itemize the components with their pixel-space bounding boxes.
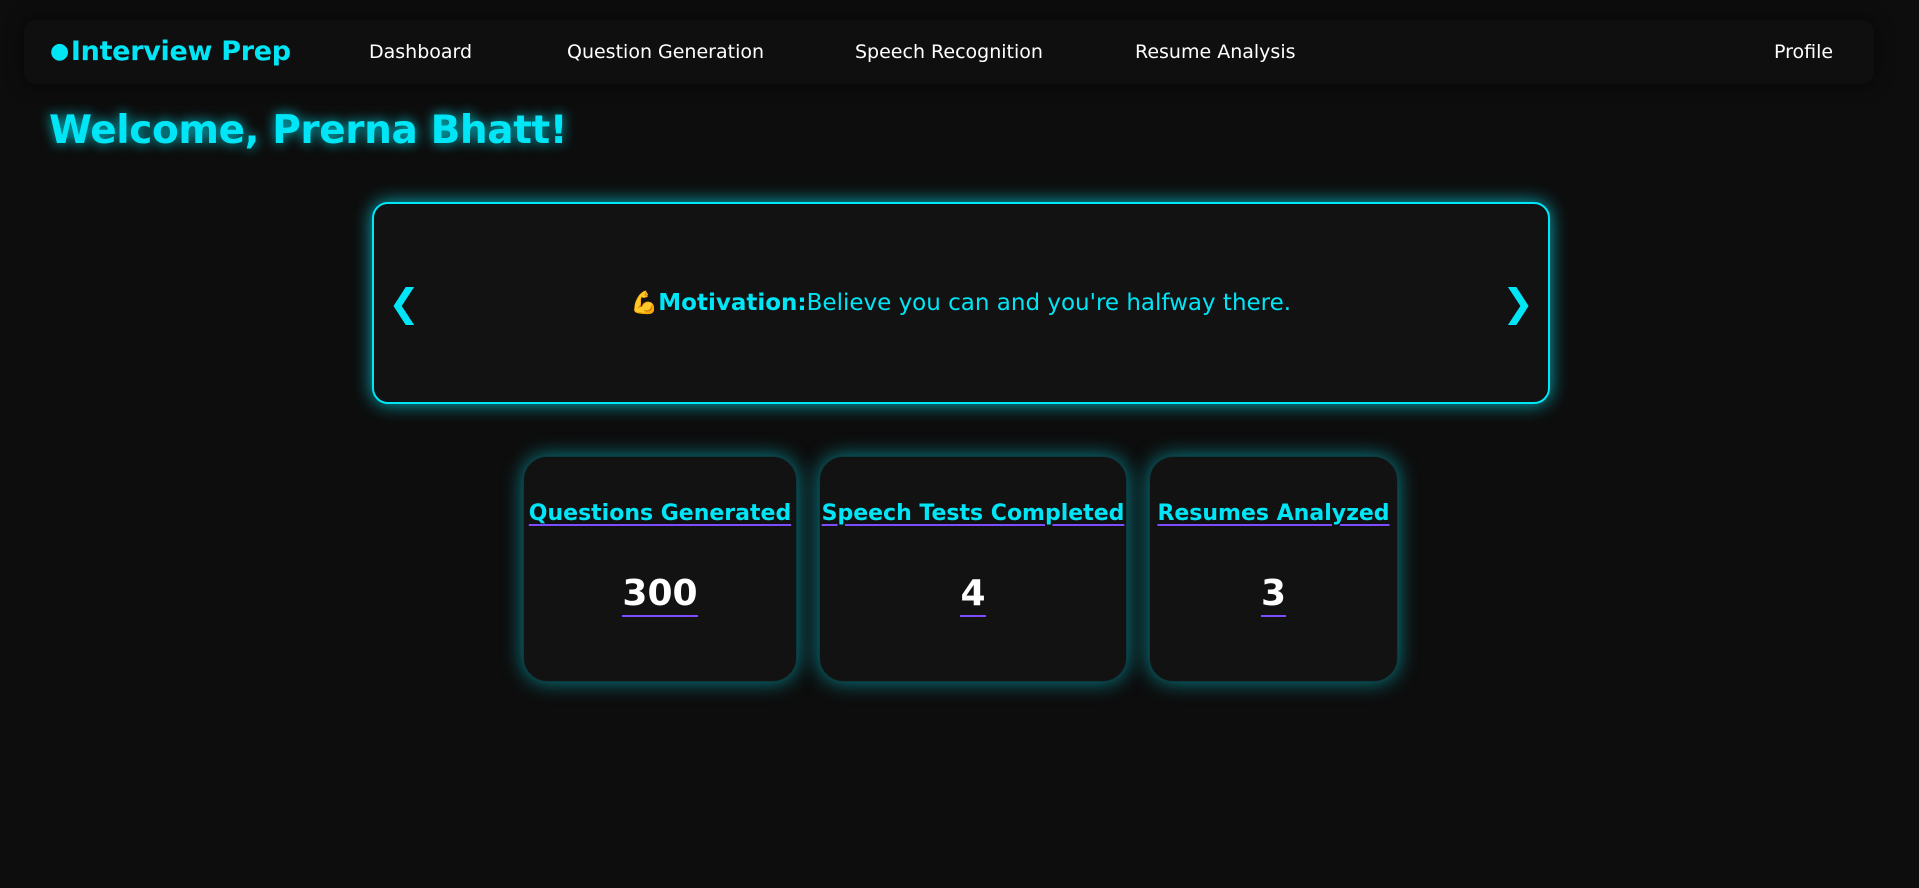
quote-label: Motivation:	[658, 290, 807, 316]
nav-link-profile[interactable]: Profile	[1774, 20, 1833, 84]
stat-value: 300	[524, 573, 796, 617]
nav-link-dashboard[interactable]: Dashboard	[369, 20, 472, 84]
stat-title-link[interactable]: Resumes Analyzed	[1157, 501, 1389, 526]
welcome-heading: Welcome, Prerna Bhatt!	[49, 108, 568, 153]
nav-link-resume-analysis[interactable]: Resume Analysis	[1135, 20, 1296, 84]
brand-logo[interactable]: ●Interview Prep	[50, 20, 291, 84]
stat-value: 3	[1150, 573, 1397, 617]
stat-card-questions: Questions Generated 300	[523, 456, 797, 682]
nav-link-speech-recognition[interactable]: Speech Recognition	[855, 20, 1043, 84]
stat-title-link[interactable]: Speech Tests Completed	[822, 501, 1125, 526]
chevron-left-icon[interactable]: ❮	[382, 204, 426, 402]
stat-title: Speech Tests Completed	[820, 501, 1126, 526]
stat-value: 4	[820, 573, 1126, 617]
stat-title: Resumes Analyzed	[1150, 501, 1397, 526]
nav-link-question-generation[interactable]: Question Generation	[567, 20, 764, 84]
stat-card-resumes: Resumes Analyzed 3	[1149, 456, 1398, 682]
stat-card-speech-tests: Speech Tests Completed 4	[819, 456, 1127, 682]
stat-value-link[interactable]: 3	[1260, 573, 1287, 617]
flexed-biceps-icon: 💪	[630, 291, 659, 316]
stat-title: Questions Generated	[524, 501, 796, 526]
stat-title-link[interactable]: Questions Generated	[529, 501, 791, 526]
brand-dot-icon: ●	[50, 39, 69, 64]
stat-value-link[interactable]: 300	[622, 573, 698, 617]
stat-value-link[interactable]: 4	[960, 573, 986, 617]
brand-name: Interview Prep	[70, 36, 291, 67]
quote-text: Believe you can and you're halfway there…	[806, 290, 1292, 316]
motivation-carousel: ❮ 💪Motivation:Believe you can and you're…	[372, 202, 1550, 404]
top-navbar: ●Interview Prep Dashboard Question Gener…	[24, 20, 1874, 84]
chevron-right-icon[interactable]: ❯	[1496, 204, 1540, 402]
carousel-quote: 💪Motivation:Believe you can and you're h…	[454, 204, 1468, 402]
